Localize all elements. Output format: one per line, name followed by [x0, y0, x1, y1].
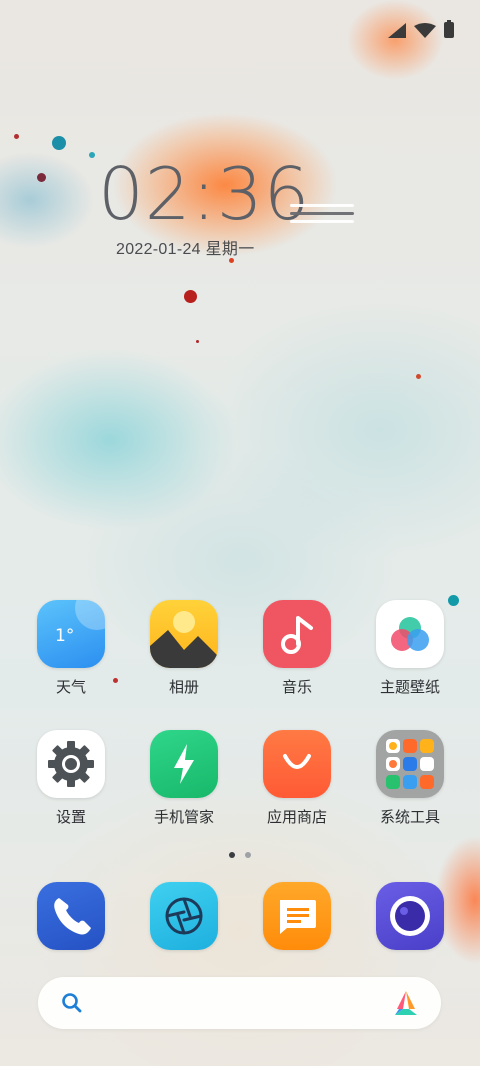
- app-store[interactable]: 应用商店: [252, 730, 342, 827]
- lightning-icon: [150, 730, 218, 798]
- theme-icon: [376, 600, 444, 668]
- dock-camera[interactable]: [365, 882, 455, 950]
- message-icon: [263, 882, 331, 950]
- app-settings[interactable]: 设置: [26, 730, 116, 827]
- app-label: 系统工具: [379, 809, 440, 826]
- wifi-icon: [414, 22, 436, 38]
- app-label: 设置: [55, 809, 86, 826]
- app-label: 主题壁纸: [379, 679, 440, 696]
- clock-decoration: [290, 204, 354, 228]
- app-system-tools[interactable]: 系统工具: [365, 730, 455, 827]
- app-theme[interactable]: 主题壁纸: [365, 600, 455, 697]
- search-icon[interactable]: [60, 991, 84, 1015]
- search-bar[interactable]: [38, 977, 441, 1029]
- app-gallery[interactable]: 相册: [139, 600, 229, 697]
- app-weather[interactable]: 1° 天气: [26, 600, 116, 697]
- music-note-icon: [263, 600, 331, 668]
- battery-icon: [444, 20, 454, 38]
- app-label: 天气: [55, 679, 86, 696]
- dock-browser[interactable]: [139, 882, 229, 950]
- clock-date[interactable]: 2022-01-24 星期一: [116, 235, 255, 259]
- app-label: 音乐: [281, 679, 312, 696]
- assistant-icon[interactable]: [391, 989, 421, 1017]
- app-music[interactable]: 音乐: [252, 600, 342, 697]
- weather-temp: 1°: [55, 626, 75, 646]
- dock-phone[interactable]: [26, 882, 116, 950]
- shopping-bag-icon: [263, 730, 331, 798]
- app-label: 应用商店: [266, 809, 327, 826]
- gear-icon: [37, 730, 105, 798]
- page-dot[interactable]: [245, 852, 251, 858]
- status-bar: [388, 20, 454, 38]
- dock-messages[interactable]: [252, 882, 342, 950]
- app-phone-manager[interactable]: 手机管家: [139, 730, 229, 827]
- weather-icon: 1°: [37, 600, 105, 668]
- folder-icon: [376, 730, 444, 798]
- camera-icon: [376, 882, 444, 950]
- phone-icon: [37, 882, 105, 950]
- gallery-icon: [150, 600, 218, 668]
- app-label: 手机管家: [153, 809, 214, 826]
- clock-time[interactable]: 02:36: [98, 158, 311, 230]
- browser-icon: [150, 882, 218, 950]
- page-indicator[interactable]: [229, 852, 251, 858]
- app-label: 相册: [168, 679, 199, 696]
- page-dot-active[interactable]: [229, 852, 235, 858]
- signal-icon: [388, 22, 406, 38]
